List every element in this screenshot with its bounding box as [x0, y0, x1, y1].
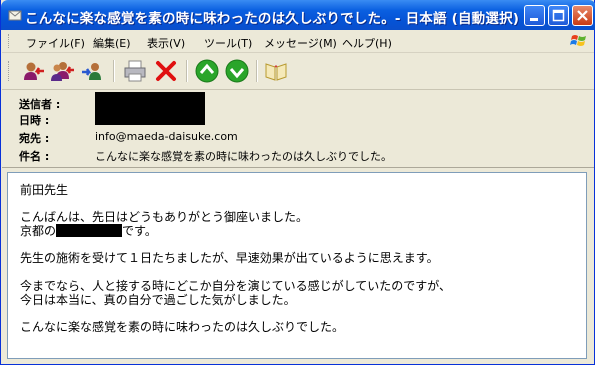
toolbar-grip [8, 61, 12, 81]
menu-help[interactable]: ヘルプ(H) [342, 35, 392, 51]
reply-icon[interactable] [22, 59, 46, 83]
toolbar-separator [256, 60, 258, 82]
reply-all-icon[interactable] [51, 59, 75, 83]
date-label: 日時 : [19, 114, 50, 127]
toolbar-separator [113, 60, 115, 82]
print-icon[interactable] [123, 59, 147, 83]
window-title: こんなに楽な感覚を素の時に味わったのは久しぶりでした。- 日本語 (自動選択) [25, 11, 520, 27]
maximize-button[interactable] [548, 5, 569, 26]
body-text: 京都の [20, 224, 57, 238]
toolbar [2, 53, 594, 90]
greeting: 前田先生 [20, 183, 69, 197]
from-label: 送信者 : [19, 98, 61, 111]
menu-bar: ファイル(F) 編集(E) 表示(V) ツール(T) メッセージ(M) ヘルプ(… [2, 30, 594, 53]
body-line: 先生の施術を受けて１日たちましたが、早速効果が出ているように思えます。 [20, 251, 439, 265]
message-header: 送信者 : 日時 : 宛先 : info@maeda-daisuke.com 件… [2, 90, 594, 168]
body-line: こんなに楽な感覚を素の時に味わったのは久しぶりでした。 [20, 320, 345, 334]
menu-view[interactable]: 表示(V) [147, 35, 185, 51]
subject-label: 件名 : [19, 150, 50, 163]
close-button[interactable] [572, 5, 593, 26]
menu-grip [8, 34, 12, 48]
to-label: 宛先 : [19, 132, 50, 145]
maximize-icon [552, 9, 565, 22]
next-icon[interactable] [225, 59, 249, 83]
redacted-name [56, 224, 123, 237]
title-bar[interactable]: こんなに楽な感覚を素の時に味わったのは久しぶりでした。- 日本語 (自動選択) [1, 0, 595, 30]
message-window: こんなに楽な感覚を素の時に味わったのは久しぶりでした。- 日本語 (自動選択) … [0, 0, 595, 365]
forward-icon[interactable] [81, 59, 105, 83]
menu-edit[interactable]: 編集(E) [93, 35, 131, 51]
envelope-icon [8, 10, 22, 21]
subject-value: こんなに楽な感覚を素の時に味わったのは久しぶりでした。 [95, 150, 392, 163]
to-value: info@maeda-daisuke.com [95, 130, 238, 143]
body-text: です。 [122, 224, 157, 238]
toolbar-separator [186, 60, 188, 82]
close-icon [577, 10, 588, 21]
body-line: 京都の です。 [20, 222, 157, 239]
menu-message[interactable]: メッセージ(M) [264, 35, 337, 51]
body-line: 今日は本当に、真の自分で過ごした気がしました。 [20, 293, 296, 307]
minimize-button[interactable] [524, 5, 545, 26]
delete-icon[interactable] [154, 59, 178, 83]
minimize-icon [530, 18, 538, 21]
menu-tools[interactable]: ツール(T) [204, 35, 252, 51]
previous-icon[interactable] [195, 59, 219, 83]
from-value-redacted [95, 92, 205, 125]
message-body[interactable]: 前田先生 こんばんは、先日はどうもありがとう御座いました。 京都の です。 先生の… [7, 172, 587, 359]
address-book-icon[interactable] [264, 59, 288, 83]
menu-file[interactable]: ファイル(F) [26, 35, 85, 51]
windows-logo-icon [570, 35, 586, 46]
